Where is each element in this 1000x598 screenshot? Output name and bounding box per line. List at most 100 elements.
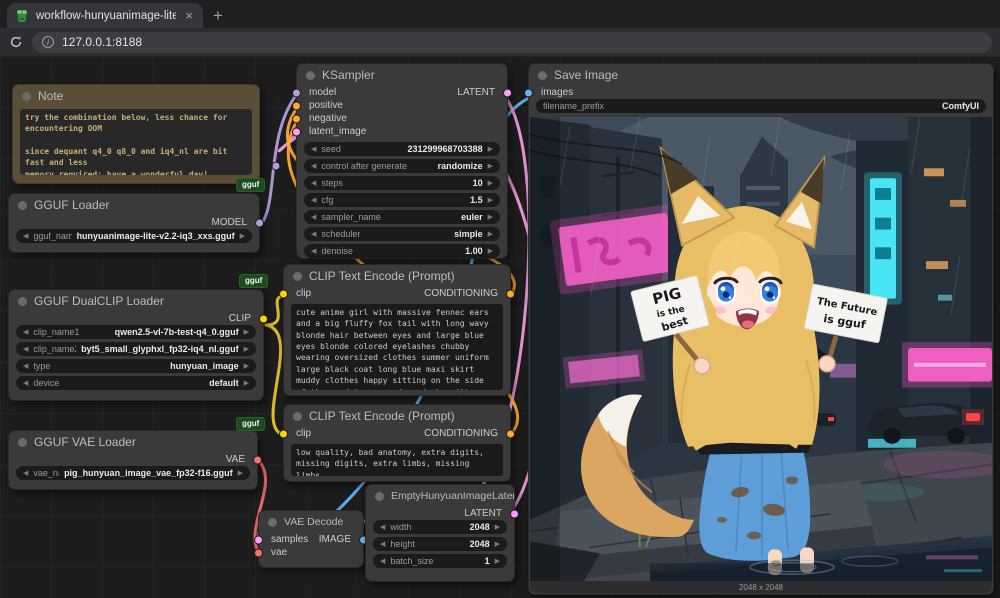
increment-arrow-icon[interactable]: ▶: [488, 247, 493, 255]
latent-image-input-port[interactable]: [292, 127, 301, 136]
widget-denoise[interactable]: ◀ denoise 1.00 ▶: [304, 244, 500, 258]
collapse-dot-icon[interactable]: [268, 518, 277, 527]
clip-output-port[interactable]: [259, 314, 268, 323]
node-save-image[interactable]: Save Image images filename_prefix ComfyU…: [528, 63, 994, 595]
widget-type[interactable]: ◀ type hunyuan_image ▶: [16, 359, 256, 373]
increment-arrow-icon[interactable]: ▶: [244, 345, 249, 353]
latent-output-port[interactable]: [510, 509, 519, 518]
widget-vae-name[interactable]: ◀ vae_name pig_hunyuan_image_vae_fp32-f1…: [16, 466, 250, 480]
collapse-dot-icon[interactable]: [293, 412, 302, 421]
node-vae-loader[interactable]: GGUF VAE Loader VAE ◀ vae_name pig_hunyu…: [8, 430, 258, 490]
samples-input-port[interactable]: [254, 535, 263, 544]
decrement-arrow-icon[interactable]: ◀: [23, 328, 28, 336]
collapse-dot-icon[interactable]: [293, 272, 302, 281]
node-empty-hunyuan-image-latent[interactable]: EmptyHunyuanImageLatent LATENT ◀ width 2…: [365, 484, 515, 582]
widget-steps[interactable]: ◀ steps 10 ▶: [304, 176, 500, 190]
decrement-arrow-icon[interactable]: ◀: [23, 345, 28, 353]
url-field[interactable]: i 127.0.0.1:8188: [32, 32, 992, 53]
model-output-port[interactable]: [255, 218, 264, 227]
widget-filename-prefix[interactable]: filename_prefix ComfyUI: [536, 99, 986, 113]
note-text[interactable]: try the combination below, less chance f…: [20, 109, 252, 175]
node-vae-decode[interactable]: VAE Decode samples IMAGE vae: [258, 510, 364, 568]
increment-arrow-icon[interactable]: ▶: [495, 557, 500, 565]
widget-cfg[interactable]: ◀ cfg 1.5 ▶: [304, 193, 500, 207]
increment-arrow-icon[interactable]: ▶: [495, 523, 500, 531]
negative-input-port[interactable]: [292, 114, 301, 123]
decrement-arrow-icon[interactable]: ◀: [311, 213, 316, 221]
increment-arrow-icon[interactable]: ▶: [488, 179, 493, 187]
increment-arrow-icon[interactable]: ▶: [488, 145, 493, 153]
images-input-port[interactable]: [524, 88, 533, 97]
node-title-bar[interactable]: GGUF VAE Loader: [9, 431, 257, 453]
vae-output-port[interactable]: [253, 455, 262, 464]
node-gguf-loader[interactable]: GGUF Loader MODEL ◀ gguf_name hunyuanima…: [8, 193, 260, 253]
decrement-arrow-icon[interactable]: ◀: [23, 362, 28, 370]
vae-input-port[interactable]: [254, 548, 263, 557]
decrement-arrow-icon[interactable]: ◀: [311, 196, 316, 204]
decrement-arrow-icon[interactable]: ◀: [311, 179, 316, 187]
prompt-textarea[interactable]: low quality, bad anatomy, extra digits, …: [291, 444, 503, 476]
model-input-port[interactable]: [292, 88, 301, 97]
widget-seed[interactable]: ◀ seed 231299968703388 ▶: [304, 142, 500, 156]
decrement-arrow-icon[interactable]: ◀: [311, 162, 316, 170]
decrement-arrow-icon[interactable]: ◀: [380, 557, 385, 565]
node-title-bar[interactable]: GGUF DualCLIP Loader: [9, 290, 263, 312]
increment-arrow-icon[interactable]: ▶: [244, 328, 249, 336]
node-clip-text-encode-positive[interactable]: CLIP Text Encode (Prompt) clip CONDITION…: [283, 264, 511, 396]
collapse-dot-icon[interactable]: [375, 492, 384, 501]
increment-arrow-icon[interactable]: ▶: [244, 362, 249, 370]
collapse-dot-icon[interactable]: [306, 71, 315, 80]
collapse-dot-icon[interactable]: [18, 297, 27, 306]
reroute-dot[interactable]: [272, 162, 280, 170]
widget-gguf-name[interactable]: ◀ gguf_name hunyuanimage-lite-v2.2-iq3_x…: [16, 229, 252, 243]
conditioning-output-port[interactable]: [506, 289, 515, 298]
decrement-arrow-icon[interactable]: ◀: [311, 247, 316, 255]
node-ksampler[interactable]: KSampler model LATENT positive negative …: [296, 63, 508, 259]
collapse-dot-icon[interactable]: [18, 201, 27, 210]
node-dualclip-loader[interactable]: GGUF DualCLIP Loader CLIP ◀ clip_name1 q…: [8, 289, 264, 401]
latent-output-port[interactable]: [503, 88, 512, 97]
collapse-dot-icon[interactable]: [18, 438, 27, 447]
decrement-arrow-icon[interactable]: ◀: [380, 540, 385, 548]
node-title-bar[interactable]: KSampler: [297, 64, 507, 86]
workflow-canvas[interactable]: gguf gguf gguf Note try the combination …: [0, 56, 1000, 598]
collapse-dot-icon[interactable]: [22, 92, 31, 101]
decrement-arrow-icon[interactable]: ◀: [23, 379, 28, 387]
decrement-arrow-icon[interactable]: ◀: [311, 145, 316, 153]
browser-tab[interactable]: workflow-hunyuanimage-lite2 ×: [7, 3, 203, 28]
widget-height[interactable]: ◀ height 2048 ▶: [373, 537, 507, 551]
decrement-arrow-icon[interactable]: ◀: [311, 230, 316, 238]
decrement-arrow-icon[interactable]: ◀: [380, 523, 385, 531]
new-tab-button[interactable]: +: [213, 7, 223, 24]
increment-arrow-icon[interactable]: ▶: [488, 162, 493, 170]
info-icon[interactable]: i: [42, 36, 54, 48]
node-title-bar[interactable]: Save Image: [529, 64, 993, 86]
conditioning-output-port[interactable]: [506, 429, 515, 438]
collapse-dot-icon[interactable]: [538, 71, 547, 80]
widget-batch-size[interactable]: ◀ batch_size 1 ▶: [373, 554, 507, 568]
widget-sampler-name[interactable]: ◀ sampler_name euler ▶: [304, 210, 500, 224]
node-title-bar[interactable]: CLIP Text Encode (Prompt): [284, 405, 510, 427]
widget-clip-name2[interactable]: ◀ clip_name2 byt5_small_glyphxl_fp32-iq4…: [16, 342, 256, 356]
increment-arrow-icon[interactable]: ▶: [240, 232, 245, 240]
increment-arrow-icon[interactable]: ▶: [238, 469, 243, 477]
clip-input-port[interactable]: [279, 289, 288, 298]
widget-scheduler[interactable]: ◀ scheduler simple ▶: [304, 227, 500, 241]
decrement-arrow-icon[interactable]: ◀: [23, 232, 28, 240]
node-title-bar[interactable]: EmptyHunyuanImageLatent: [366, 485, 514, 507]
node-title-bar[interactable]: CLIP Text Encode (Prompt): [284, 265, 510, 287]
widget-device[interactable]: ◀ device default ▶: [16, 376, 256, 390]
increment-arrow-icon[interactable]: ▶: [495, 540, 500, 548]
decrement-arrow-icon[interactable]: ◀: [23, 469, 28, 477]
node-title-bar[interactable]: GGUF Loader: [9, 194, 259, 216]
prompt-textarea[interactable]: cute anime girl with massive fennec ears…: [291, 304, 503, 390]
node-clip-text-encode-negative[interactable]: CLIP Text Encode (Prompt) clip CONDITION…: [283, 404, 511, 482]
node-title-bar[interactable]: VAE Decode: [259, 511, 363, 533]
node-note[interactable]: Note try the combination below, less cha…: [12, 84, 260, 184]
widget-width[interactable]: ◀ width 2048 ▶: [373, 520, 507, 534]
tab-close-icon[interactable]: ×: [183, 8, 195, 23]
widget-control-after-generate[interactable]: ◀ control after generate randomize ▶: [304, 159, 500, 173]
positive-input-port[interactable]: [292, 101, 301, 110]
increment-arrow-icon[interactable]: ▶: [244, 379, 249, 387]
increment-arrow-icon[interactable]: ▶: [488, 213, 493, 221]
